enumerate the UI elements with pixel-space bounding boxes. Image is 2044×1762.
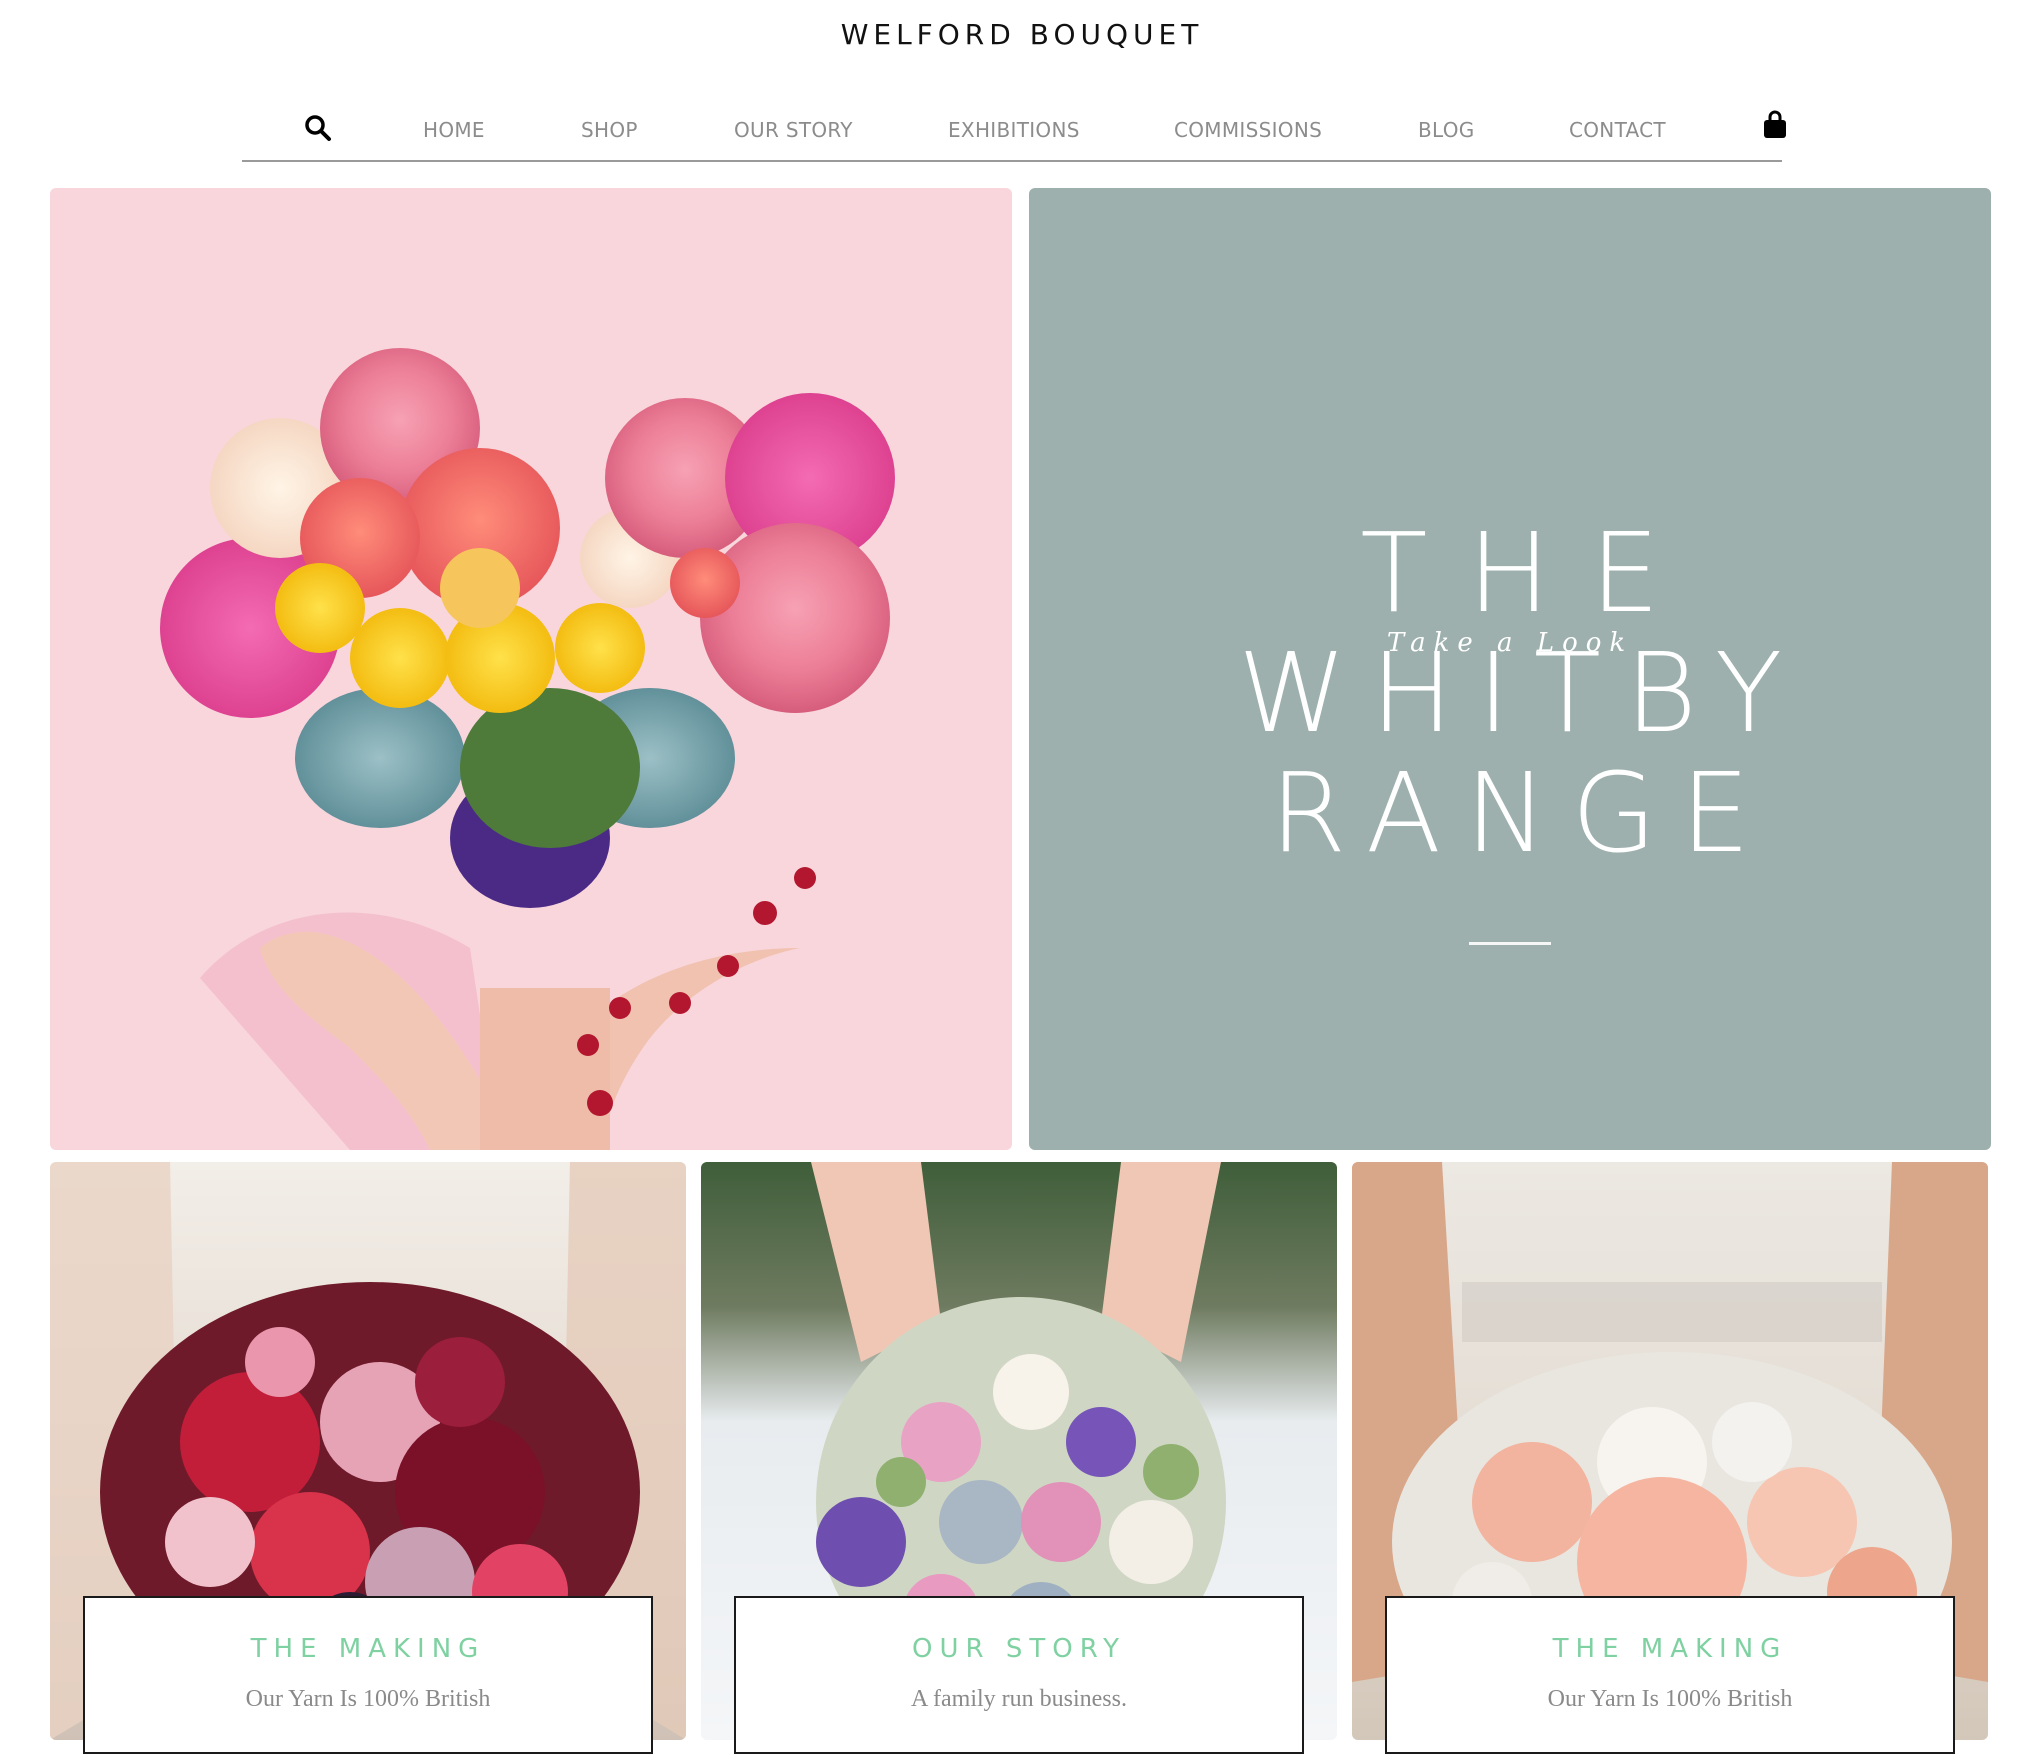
nav-shop[interactable]: SHOP <box>581 118 638 142</box>
feature-title-line-3: RANGE <box>1269 749 1775 877</box>
main-nav: HOME SHOP OUR STORY EXHIBITIONS COMMISSI… <box>242 96 1786 162</box>
heart-bouquet-image[interactable] <box>50 188 1012 1150</box>
nav-exhibitions[interactable]: EXHIBITIONS <box>948 118 1080 142</box>
card-subtitle: Our Yarn Is 100% British <box>1547 1686 1793 1712</box>
nav-blog[interactable]: BLOG <box>1418 118 1475 142</box>
feature-divider <box>1469 942 1551 945</box>
search-icon[interactable] <box>304 114 332 147</box>
card-title[interactable]: THE MAKING <box>1387 1634 1953 1664</box>
card-title[interactable]: OUR STORY <box>736 1634 1302 1664</box>
nav-our-story[interactable]: OUR STORY <box>734 118 853 142</box>
card-caption-1[interactable]: THE MAKING Our Yarn Is 100% British <box>83 1596 653 1754</box>
shopping-bag-icon[interactable] <box>1762 110 1788 145</box>
card-subtitle: Our Yarn Is 100% British <box>245 1686 491 1712</box>
card-subtitle: A family run business. <box>911 1686 1127 1712</box>
site-title[interactable]: WELFORD BOUQUET <box>0 18 2044 51</box>
nav-commissions[interactable]: COMMISSIONS <box>1174 118 1322 142</box>
feature-title-line-2: WHITBY <box>1237 629 1807 757</box>
nav-contact[interactable]: CONTACT <box>1569 118 1666 142</box>
card-caption-3[interactable]: THE MAKING Our Yarn Is 100% British <box>1385 1596 1955 1754</box>
nav-home[interactable]: HOME <box>423 118 485 142</box>
card-caption-2[interactable]: OUR STORY A family run business. <box>734 1596 1304 1754</box>
feature-title-line-1: THE <box>1360 509 1700 637</box>
whitby-range-feature[interactable]: Take a Look THE WHITBY RANGE <box>1029 188 1991 1150</box>
card-title[interactable]: THE MAKING <box>85 1634 651 1664</box>
